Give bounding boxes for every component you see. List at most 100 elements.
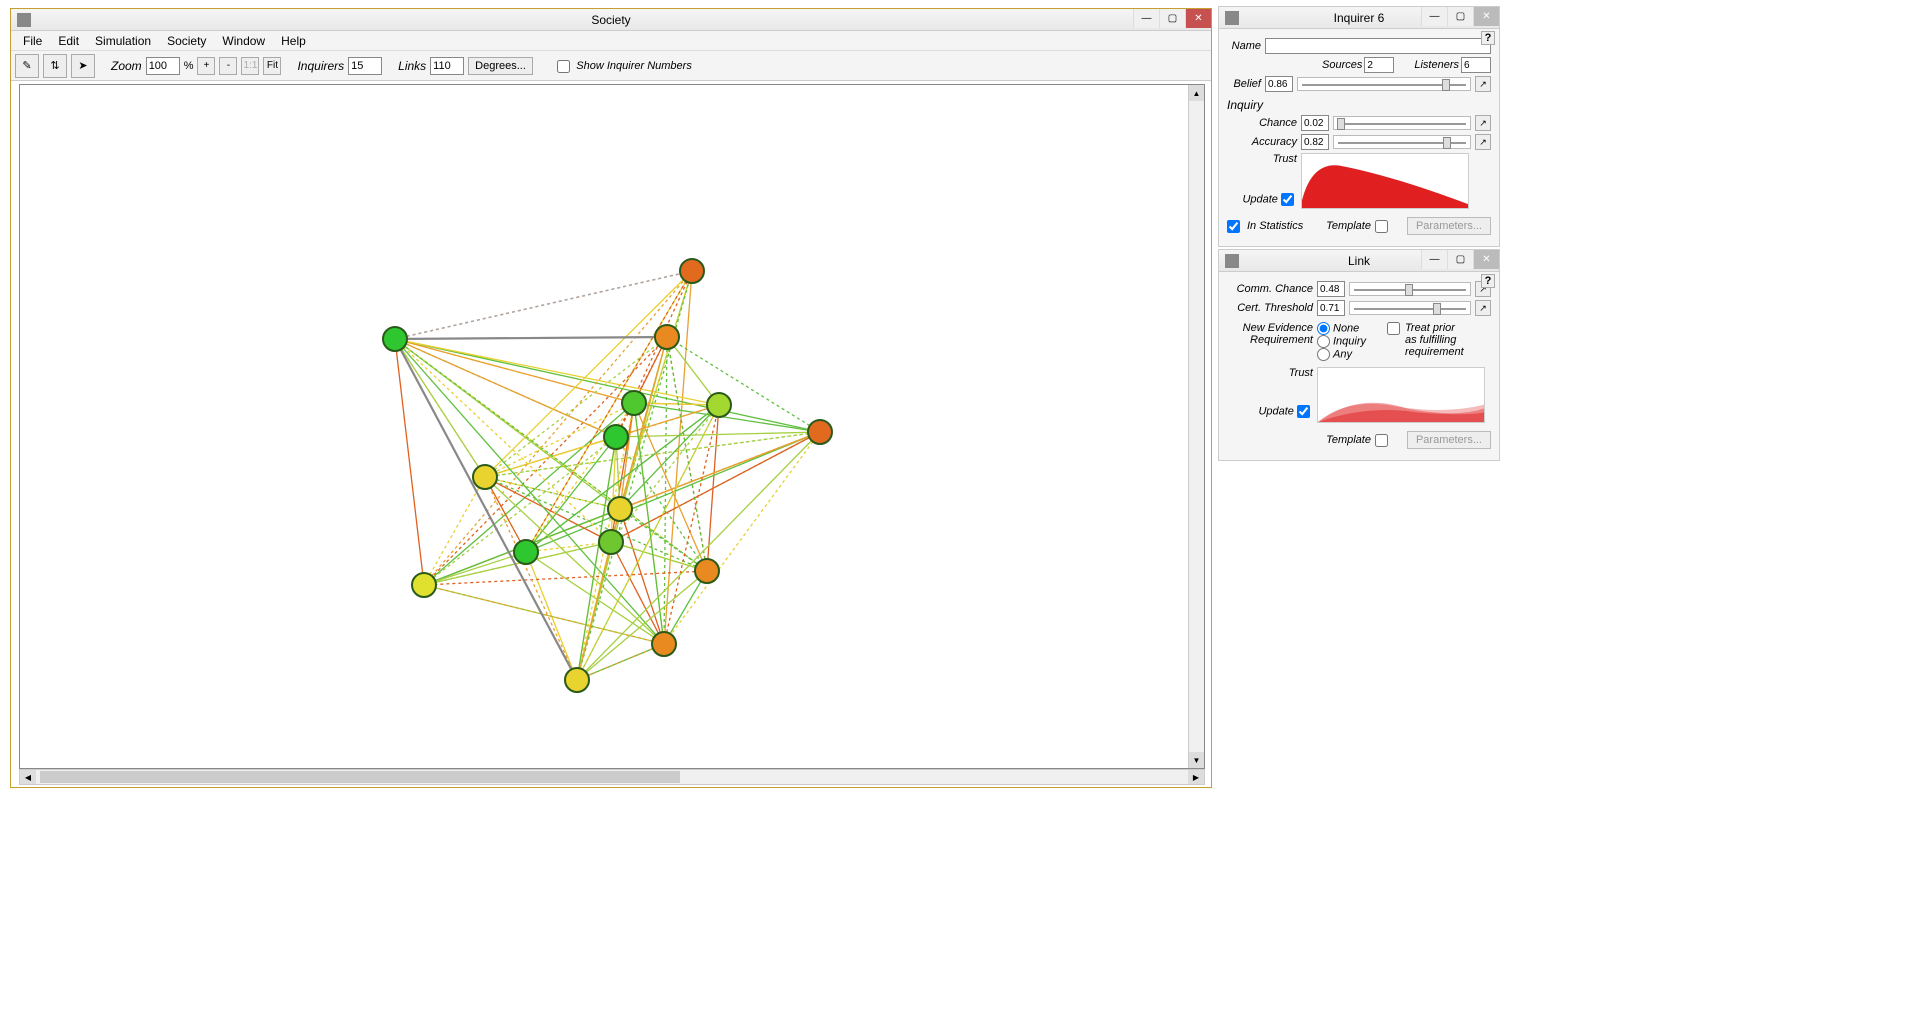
panel-close-button[interactable]: ✕ [1473,7,1499,26]
society-titlebar[interactable]: Society — ▢ ✕ [11,9,1211,31]
panel-icon [1225,254,1239,268]
new-evidence-label2: Requirement [1227,334,1313,346]
inquirers-input[interactable] [348,57,382,75]
zoom-input[interactable] [146,57,180,75]
panel-minimize-button[interactable]: — [1421,250,1447,269]
vertical-scrollbar[interactable]: ▲ ▼ [1188,85,1204,768]
link-parameters-button[interactable]: Parameters... [1407,431,1491,449]
inquirer-panel: Inquirer 6 — ▢ ✕ ? Name Sources Listener… [1218,6,1500,247]
degrees-button[interactable]: Degrees... [468,57,533,75]
update-checkbox[interactable] [1281,193,1294,206]
chance-edit-button[interactable]: ↗ [1475,115,1491,131]
side-panels: Inquirer 6 — ▢ ✕ ? Name Sources Listener… [1218,6,1500,463]
treat-prior-checkbox[interactable] [1387,322,1400,335]
network-canvas[interactable]: ▲ ▼ [19,84,1205,769]
panel-maximize-button[interactable]: ▢ [1447,7,1473,26]
links-input[interactable] [430,57,464,75]
link-trust-graph [1317,367,1485,423]
inquirer-titlebar[interactable]: Inquirer 6 — ▢ ✕ [1219,7,1499,29]
name-label: Name [1227,40,1261,52]
cert-threshold-slider[interactable] [1349,301,1471,315]
horizontal-scrollbar[interactable]: ◀ ▶ [19,769,1205,785]
link-update-label: Update [1258,405,1293,417]
scroll-down-icon[interactable]: ▼ [1189,752,1204,768]
menu-file[interactable]: File [15,32,50,50]
help-button[interactable]: ? [1481,31,1495,45]
links-label: Links [398,59,426,73]
trust-graph [1301,153,1469,209]
parameters-button[interactable]: Parameters... [1407,217,1491,235]
belief-slider[interactable] [1297,77,1471,91]
accuracy-value[interactable] [1301,134,1329,150]
evidence-none-radio[interactable] [1317,322,1330,335]
comm-chance-slider[interactable] [1349,282,1471,296]
accuracy-edit-button[interactable]: ↗ [1475,134,1491,150]
scroll-right-icon[interactable]: ▶ [1188,770,1204,784]
chance-value[interactable] [1301,115,1329,131]
cert-threshold-value[interactable] [1317,300,1345,316]
zoom-in-button[interactable]: + [197,57,215,75]
link-titlebar[interactable]: Link — ▢ ✕ [1219,250,1499,272]
zoom-out-button[interactable]: - [219,57,237,75]
scroll-thumb[interactable] [40,771,680,783]
menu-edit[interactable]: Edit [50,32,87,50]
comm-chance-label: Comm. Chance [1227,283,1313,295]
panel-minimize-button[interactable]: — [1421,7,1447,26]
listeners-label: Listeners [1414,59,1459,71]
scroll-up-icon[interactable]: ▲ [1189,85,1204,101]
link-title: Link [1348,254,1370,268]
sources-label: Sources [1322,59,1362,71]
accuracy-label: Accuracy [1227,136,1297,148]
zoom-label: Zoom [111,59,142,73]
scroll-left-icon[interactable]: ◀ [20,770,36,784]
new-evidence-label1: New Evidence [1227,322,1313,334]
tool-select-icon[interactable]: ➤ [71,54,95,78]
comm-chance-value[interactable] [1317,281,1345,297]
inquirers-label: Inquirers [297,59,344,73]
toolbar: ✎ ⇅ ➤ Zoom % + - 1:1 Fit Inquirers Links… [11,51,1211,81]
evidence-inquiry-radio[interactable] [1317,335,1330,348]
tool-pointer-icon[interactable]: ✎ [15,54,39,78]
network-graph[interactable] [20,85,1190,765]
panel-icon [1225,11,1239,25]
accuracy-slider[interactable] [1333,135,1471,149]
template-label: Template [1326,220,1371,232]
zoom-fit-button[interactable]: Fit [263,57,281,75]
minimize-button[interactable]: — [1133,9,1159,28]
evidence-any-radio[interactable] [1317,348,1330,361]
show-numbers-label[interactable]: Show Inquirer Numbers [557,58,692,72]
update-label: Update [1242,193,1277,205]
menubar: File Edit Simulation Society Window Help [11,31,1211,51]
sources-input[interactable] [1364,57,1394,73]
in-stats-checkbox[interactable] [1227,220,1240,233]
panel-close-button[interactable]: ✕ [1473,250,1499,269]
tool-link-icon[interactable]: ⇅ [43,54,67,78]
menu-window[interactable]: Window [214,32,273,50]
chance-slider[interactable] [1333,116,1471,130]
link-trust-label: Trust [1227,367,1313,379]
cert-threshold-label: Cert. Threshold [1227,302,1313,314]
link-template-checkbox[interactable] [1375,434,1388,447]
cert-threshold-edit-button[interactable]: ↗ [1475,300,1491,316]
name-input[interactable] [1265,38,1491,54]
belief-value[interactable] [1265,76,1293,92]
show-numbers-checkbox[interactable] [557,60,570,73]
panel-maximize-button[interactable]: ▢ [1447,250,1473,269]
trust-label: Trust [1227,153,1297,165]
maximize-button[interactable]: ▢ [1159,9,1185,28]
belief-edit-button[interactable]: ↗ [1475,76,1491,92]
zoom-1to1-button[interactable]: 1:1 [241,57,259,75]
inquirer-title: Inquirer 6 [1334,11,1385,25]
link-update-checkbox[interactable] [1297,405,1310,418]
menu-simulation[interactable]: Simulation [87,32,159,50]
menu-help[interactable]: Help [273,32,314,50]
belief-label: Belief [1227,78,1261,90]
help-button[interactable]: ? [1481,274,1495,288]
listeners-input[interactable] [1461,57,1491,73]
menu-society[interactable]: Society [159,32,214,50]
in-stats-label: In Statistics [1247,220,1303,232]
template-checkbox[interactable] [1375,220,1388,233]
window-controls: — ▢ ✕ [1133,9,1211,28]
close-button[interactable]: ✕ [1185,9,1211,28]
zoom-pct: % [184,60,194,72]
